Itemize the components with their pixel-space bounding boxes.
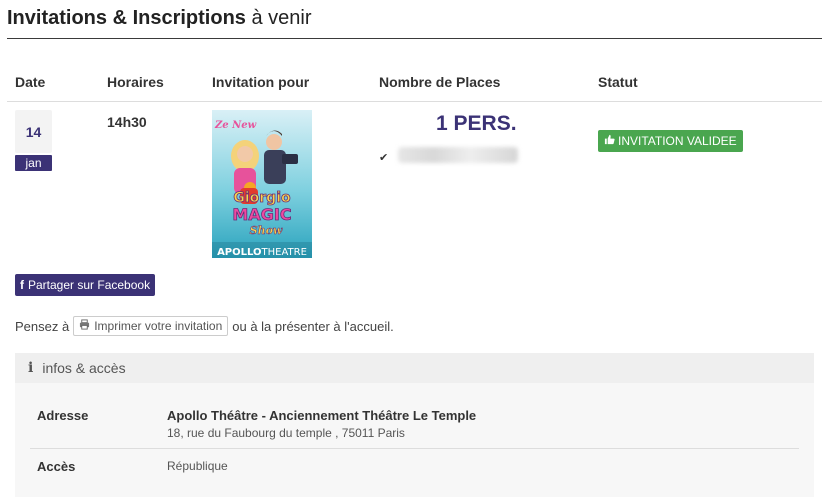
poster-title-line2: MAGIC <box>232 205 291 224</box>
page-title-rest: à venir <box>245 7 312 29</box>
poster-subtitle: Ze New <box>214 120 257 131</box>
info-header-label: infos & accès <box>42 360 126 376</box>
share-facebook-button[interactable]: f Partager sur Facebook <box>15 274 156 296</box>
redacted-name <box>398 147 518 163</box>
column-header-status: Statut <box>598 74 638 90</box>
facebook-icon: f <box>20 278 24 292</box>
page-title: Invitations & Inscriptions à venir <box>7 7 312 30</box>
event-poster[interactable]: Ze New Giorgio MAGIC Show APOLLOTHEATRE <box>212 110 312 258</box>
status-badge: INVITATION VALIDEE <box>598 130 743 152</box>
column-header-date: Date <box>15 74 46 90</box>
poster-venue-light: THEATRE <box>261 247 307 258</box>
page-title-bold: Invitations & Inscriptions <box>7 7 246 29</box>
info-divider <box>30 448 799 449</box>
notice-before: Pensez à <box>15 318 70 334</box>
share-facebook-label: Partager sur Facebook <box>28 278 151 292</box>
info-icon: i <box>28 360 34 376</box>
poster-venue-bold: APOLLO <box>217 247 261 258</box>
check-icon: ✔ <box>379 152 389 164</box>
column-header-places: Nombre de Places <box>379 74 501 90</box>
info-panel: i infos & accès Adresse Apollo Théâtre -… <box>15 353 814 497</box>
printer-icon <box>79 319 90 333</box>
status-label: INVITATION VALIDEE <box>618 134 737 148</box>
poster-title-line1: Giorgio <box>233 190 291 206</box>
title-divider <box>7 38 822 39</box>
print-notice: Pensez à Imprimer votre invitation ou à … <box>15 316 394 336</box>
svg-text:APOLLOTHEATRE: APOLLOTHEATRE <box>217 247 307 258</box>
header-divider <box>7 101 822 102</box>
poster-title-line3: Show <box>250 224 283 237</box>
date-day: 14 <box>15 110 52 153</box>
address-label: Adresse <box>37 408 89 423</box>
info-panel-header[interactable]: i infos & accès <box>15 353 814 383</box>
column-header-invitation: Invitation pour <box>212 74 310 90</box>
event-time: 14h30 <box>107 114 147 130</box>
print-invitation-button[interactable]: Imprimer votre invitation <box>73 316 229 336</box>
access-value: République <box>167 459 228 473</box>
address-line: 18, rue du Faubourg du temple , 75011 Pa… <box>167 426 405 440</box>
column-header-time: Horaires <box>107 74 164 90</box>
address-name: Apollo Théâtre - Anciennement Théâtre Le… <box>167 408 477 423</box>
date-month-badge: jan <box>15 155 52 171</box>
thumbs-up-icon <box>604 130 615 152</box>
places-count: 1 PERS. <box>436 112 517 135</box>
print-invitation-label: Imprimer votre invitation <box>94 319 223 333</box>
notice-after: ou à la présenter à l'accueil. <box>232 318 394 334</box>
access-label: Accès <box>37 459 76 474</box>
